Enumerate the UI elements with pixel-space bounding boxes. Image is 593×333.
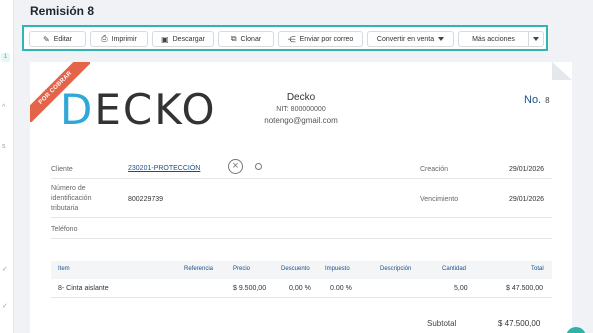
download-button[interactable]: ▣ Descargar (152, 31, 214, 47)
check-icon: ✓ (2, 266, 8, 273)
send-email-button[interactable]: ⋲ Enviar por correo (278, 31, 363, 47)
tax-id-label-3: tributaria (51, 205, 79, 212)
printer-icon: ⎙ (101, 34, 108, 43)
document-number: No. 8 (524, 94, 550, 106)
col-description: Descripción (380, 266, 412, 272)
sidebar-badge[interactable]: 1 (1, 53, 10, 62)
remove-client-icon[interactable]: × (228, 159, 243, 174)
phone-label: Teléfono (51, 226, 78, 233)
row-quantity: 5,00 (454, 285, 468, 292)
divider (51, 217, 552, 218)
row-item[interactable]: 8- Cinta aislante (58, 285, 109, 292)
col-item: Item (58, 266, 70, 272)
clone-label: Clonar (240, 35, 262, 43)
col-discount: Descuento (281, 266, 310, 272)
tax-id-label-1: Número de (51, 185, 86, 192)
left-sidebar: 1 ^ s ✓ ✓ (0, 0, 14, 333)
due-value: 29/01/2026 (509, 196, 545, 203)
col-price: Precio (233, 266, 251, 272)
convert-to-sale-dropdown[interactable]: Convertir en venta (367, 31, 454, 47)
send-email-label: Enviar por correo (299, 35, 354, 43)
chevron-up-icon[interactable]: ^ (2, 104, 5, 111)
created-value: 29/01/2026 (509, 166, 545, 173)
row-total: $ 47.500,00 (506, 285, 543, 292)
divider (51, 297, 552, 298)
more-actions-label: Más acciones (472, 35, 515, 43)
col-tax: Impuesto (325, 266, 350, 272)
circle-icon (255, 163, 262, 170)
col-quantity: Cantidad (442, 266, 467, 272)
sidebar-item-fragment[interactable]: s (2, 143, 6, 150)
created-label: Creación (420, 166, 449, 173)
edit-label: Editar (53, 35, 72, 43)
download-icon: ▣ (161, 34, 169, 44)
document-number-value: 8 (545, 96, 550, 105)
page-title: Remisión 8 (30, 4, 95, 18)
col-total: Total (531, 266, 544, 272)
row-tax: 0.00 % (330, 285, 352, 292)
print-button[interactable]: ⎙ Imprimir (90, 31, 148, 47)
company-nit: NIT: 800000000 (276, 106, 326, 113)
due-label: Vencimiento (420, 196, 459, 203)
row-price: $ 9.500,00 (233, 285, 267, 292)
divider (51, 178, 552, 179)
row-discount: 0,00 % (289, 285, 311, 292)
client-label: Cliente (51, 166, 73, 173)
items-table-header: Item Referencia Precio Descuento Impuest… (51, 261, 552, 279)
document-number-prefix: No. (524, 94, 542, 106)
subtotal-label: Subtotal (427, 319, 457, 328)
pencil-icon: ✎ (43, 34, 50, 44)
caret-down-icon (533, 37, 539, 41)
more-actions-toggle[interactable] (528, 31, 544, 47)
company-name: Decko (286, 92, 316, 103)
client-link[interactable]: 230201-PROTECCIÓN (128, 164, 200, 174)
col-reference: Referencia (184, 266, 214, 272)
check-icon: ✓ (2, 303, 8, 310)
convert-label: Convertir en venta (376, 35, 435, 43)
subtotal-value: $ 47.500,00 (498, 319, 541, 328)
download-label: Descargar (172, 35, 205, 43)
actions-toolbar: ✎ Editar ⎙ Imprimir ▣ Descargar ⧉ Clonar… (22, 25, 548, 51)
company-email: notengo@gmail.com (264, 116, 338, 125)
caret-down-icon (438, 37, 445, 41)
edit-button[interactable]: ✎ Editar (29, 31, 86, 47)
copy-icon: ⧉ (230, 34, 237, 43)
share-icon: ⋲ (287, 34, 296, 44)
more-actions-button[interactable]: Más acciones (458, 31, 528, 47)
print-label: Imprimir (111, 35, 137, 43)
tax-id-value: 800229739 (128, 196, 164, 203)
company-info: Decko NIT: 800000000 notengo@gmail.com (250, 92, 352, 125)
clone-button[interactable]: ⧉ Clonar (218, 31, 274, 47)
divider (51, 238, 552, 239)
tax-id-label-2: identificación (51, 195, 92, 202)
company-logo: DECKO (60, 85, 217, 134)
